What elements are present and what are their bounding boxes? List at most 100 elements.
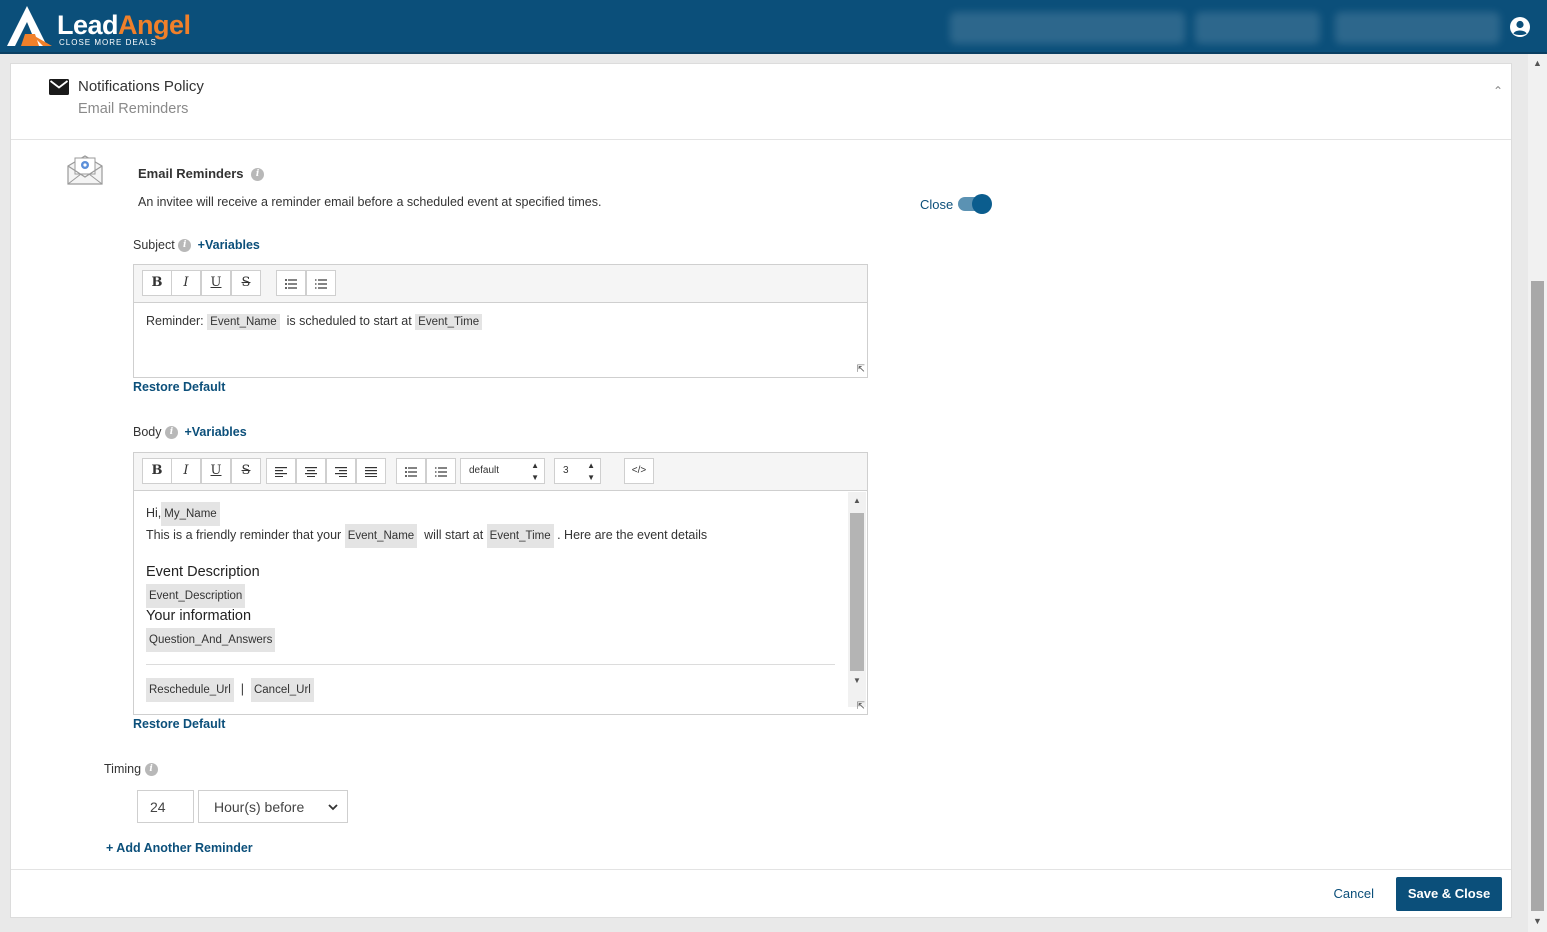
align-left-icon [275, 466, 287, 477]
body-line-links: Reschedule_Url | Cancel_Url [146, 678, 846, 702]
section-title: Email Reminders i [138, 166, 265, 182]
variable-chip: My_Name [161, 502, 220, 526]
card-footer: Cancel Save & Close [11, 869, 1511, 919]
numbered-list-button[interactable] [306, 270, 336, 296]
select-updown-icon: ▲ ▼ [587, 461, 595, 482]
logo-mark-icon [7, 6, 52, 46]
resize-handle-icon[interactable]: ⇱ [857, 701, 865, 712]
your-information-heading: Your information [146, 608, 252, 624]
redacted-area [950, 12, 1185, 44]
event-description-heading: Event Description [146, 564, 260, 580]
bold-button[interactable]: B [142, 458, 172, 484]
subject-variables-link[interactable]: +Variables [198, 238, 260, 252]
subject-label: Subject [133, 238, 175, 252]
chevron-down-icon [328, 804, 338, 811]
body-toolbar: B I U S default ▲ ▼ 3 ▲ ▼ </> [134, 453, 867, 491]
variable-chip: Event_Time [415, 314, 483, 330]
top-bar: LeadAngel CLOSE MORE DEALS [0, 0, 1547, 54]
card-header[interactable]: Notifications Policy Email Reminders ⌃ [11, 64, 1511, 140]
align-right-button[interactable] [326, 458, 356, 484]
variable-chip: Event_Name [207, 314, 280, 330]
align-justify-button[interactable] [356, 458, 386, 484]
body-restore-default-link[interactable]: Restore Default [133, 717, 225, 731]
chevron-up-icon[interactable]: ⌃ [1493, 84, 1503, 98]
select-updown-icon: ▲ ▼ [531, 461, 539, 482]
align-left-button[interactable] [266, 458, 296, 484]
body-text: Hi, [146, 506, 162, 520]
subject-editor: B I U S Reminder: Event_Name is schedule… [133, 264, 868, 378]
bold-button[interactable]: B [142, 270, 172, 296]
body-variables-link[interactable]: +Variables [184, 425, 246, 439]
link-separator: | [240, 682, 245, 696]
save-and-close-button[interactable]: Save & Close [1396, 877, 1502, 911]
subject-restore-default-link[interactable]: Restore Default [133, 380, 225, 394]
resize-handle-icon[interactable]: ⇱ [857, 364, 865, 375]
body-line-intro: This is a friendly reminder that your Ev… [146, 524, 846, 548]
scroll-up-icon[interactable]: ▲ [853, 496, 861, 505]
body-line-desc: Event_Description [146, 584, 846, 608]
bullet-list-icon [285, 278, 297, 289]
body-text: . Here are the event details [557, 528, 708, 542]
info-icon[interactable]: i [251, 168, 265, 182]
body-editor-scrollbar-thumb[interactable] [850, 513, 864, 671]
align-right-icon [335, 466, 347, 477]
page-subtitle: Email Reminders [78, 101, 189, 117]
info-icon[interactable]: i [144, 763, 158, 777]
underline-button[interactable]: U [201, 270, 231, 296]
info-icon[interactable]: i [178, 239, 192, 253]
subject-label-group: Subject i +Variables [133, 238, 260, 253]
body-text: will start at [424, 528, 484, 542]
mail-icon [49, 79, 69, 95]
body-label: Body [133, 425, 162, 439]
numbered-list-icon [315, 278, 327, 289]
subject-toolbar: B I U S [134, 265, 867, 303]
leadangel-logo[interactable]: LeadAngel CLOSE MORE DEALS [5, 4, 220, 50]
body-line-qa: Question_And_Answers [146, 628, 846, 652]
bullet-list-button[interactable] [396, 458, 426, 484]
underline-button[interactable]: U [201, 458, 231, 484]
variable-chip: Reschedule_Url [146, 678, 234, 702]
numbered-list-button[interactable] [426, 458, 456, 484]
strikethrough-button[interactable]: S [231, 458, 261, 484]
scroll-down-icon[interactable]: ▼ [853, 676, 861, 685]
timing-unit-select[interactable]: Hour(s) before [198, 790, 348, 823]
user-account-icon[interactable] [1509, 16, 1531, 38]
code-view-button[interactable]: </> [624, 458, 654, 484]
font-size-value: 3 [563, 465, 569, 476]
strikethrough-button[interactable]: S [231, 270, 261, 296]
italic-button[interactable]: I [171, 458, 201, 484]
align-center-icon [305, 466, 317, 477]
info-icon[interactable]: i [164, 426, 178, 440]
font-family-select[interactable]: default ▲ ▼ [460, 458, 545, 484]
close-toggle[interactable] [958, 194, 992, 214]
page-title: Notifications Policy [78, 78, 204, 95]
variable-chip: Question_And_Answers [146, 628, 276, 652]
italic-button[interactable]: I [171, 270, 201, 296]
align-center-button[interactable] [296, 458, 326, 484]
font-size-select[interactable]: 3 ▲ ▼ [554, 458, 601, 484]
scroll-down-icon[interactable]: ▼ [1533, 916, 1542, 926]
page-scrollbar-thumb[interactable] [1531, 281, 1544, 911]
cancel-button[interactable]: Cancel [1334, 886, 1374, 901]
timing-label: Timing [104, 762, 142, 776]
brand-tagline: CLOSE MORE DEALS [59, 38, 157, 47]
body-editor-scrollbar[interactable]: ▲ ▼ [848, 492, 866, 707]
timing-value-input[interactable]: 24 [137, 790, 194, 823]
section-title-text: Email Reminders [138, 166, 244, 181]
toggle-knob[interactable] [972, 194, 992, 214]
body-text-area[interactable]: Hi, My_Name This is a friendly reminder t… [134, 492, 846, 714]
subject-text: Reminder: [146, 314, 204, 328]
scroll-up-icon[interactable]: ▲ [1533, 58, 1542, 68]
variable-chip: Event_Name [344, 524, 418, 548]
add-another-reminder-link[interactable]: + Add Another Reminder [106, 841, 253, 855]
toggle-label: Close [920, 197, 954, 212]
subject-text-area[interactable]: Reminder: Event_Name is scheduled to sta… [134, 304, 867, 378]
subject-text: is scheduled to start at [286, 314, 412, 328]
redacted-area [1335, 12, 1500, 44]
variable-chip: Event_Description [146, 584, 246, 608]
timing-unit-value: Hour(s) before [214, 799, 305, 815]
page-scrollbar[interactable]: ▲ ▼ [1528, 54, 1547, 932]
timing-label-group: Timing i [104, 762, 158, 777]
align-justify-icon [365, 466, 377, 477]
bullet-list-button[interactable] [276, 270, 306, 296]
